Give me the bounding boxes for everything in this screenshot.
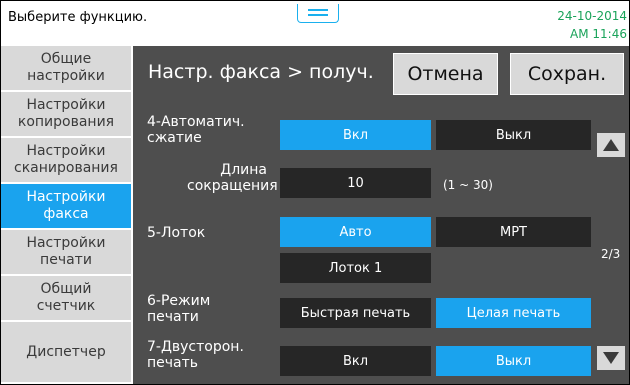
device-screen: Выберите функцию. 24-10-2014 AM 11:46 Об… <box>1 1 629 384</box>
auto-compress-off-option[interactable]: Выкл <box>436 120 591 150</box>
sidebar-item-label: Настройки копирования <box>17 97 115 130</box>
sidebar-item-print-settings[interactable]: Настройки печати <box>1 230 131 276</box>
tray-1-option[interactable]: Лоток 1 <box>280 253 431 283</box>
save-button[interactable]: Сохран. <box>510 53 624 95</box>
sidebar-item-label: Диспетчер <box>26 343 106 360</box>
page-indicator: 2/3 <box>601 247 621 261</box>
triangle-down-icon <box>603 352 619 364</box>
print-mode-fast-option[interactable]: Быстрая печать <box>280 298 431 328</box>
duplex-on-option[interactable]: Вкл <box>280 346 431 376</box>
sidebar-item-manager[interactable]: Диспетчер <box>1 322 131 384</box>
sidebar-item-fax-settings[interactable]: Настройки факса <box>1 184 131 230</box>
reduction-length-range: (1 ~ 30) <box>443 178 493 192</box>
breadcrumb: Настр. факса > получ. <box>148 61 374 83</box>
print-mode-label: 6-Режим печати <box>147 293 211 325</box>
time-display: AM 11:46 <box>570 27 627 41</box>
date-display: 24-10-2014 <box>557 9 627 23</box>
duplex-label: 7-Двусторон. печать <box>147 339 244 371</box>
sidebar-item-copy-settings[interactable]: Настройки копирования <box>1 92 131 138</box>
duplex-off-option[interactable]: Выкл <box>436 346 591 376</box>
menu-handle-icon[interactable] <box>297 4 339 23</box>
sidebar-item-label: Настройки печати <box>26 235 106 268</box>
print-mode-whole-option[interactable]: Целая печать <box>436 298 591 328</box>
tray-label: 5-Лоток <box>147 225 206 241</box>
sidebar-item-total-counter[interactable]: Общий счетчик <box>1 276 131 322</box>
sidebar-item-label: Настройки факса <box>26 189 106 222</box>
sidebar: Общие настройки Настройки копирования На… <box>1 46 133 384</box>
auto-compress-label: 4-Автоматич. сжатие <box>147 114 245 146</box>
scroll-down-button[interactable] <box>597 346 625 370</box>
tray-auto-option[interactable]: Авто <box>280 217 431 247</box>
cancel-button[interactable]: Отмена <box>393 53 498 95</box>
page-title: Выберите функцию. <box>8 10 148 25</box>
reduction-length-field[interactable]: 10 <box>280 168 431 198</box>
triangle-up-icon <box>603 139 619 151</box>
scroll-up-button[interactable] <box>597 133 625 157</box>
sidebar-item-scan-settings[interactable]: Настройки сканирования <box>1 138 131 184</box>
tray-mpt-option[interactable]: MPT <box>436 217 591 247</box>
sidebar-item-label: Настройки сканирования <box>14 143 118 176</box>
sidebar-item-label: Общий счетчик <box>36 281 96 314</box>
status-bar: Выберите функцию. 24-10-2014 AM 11:46 <box>1 1 629 46</box>
sidebar-item-general-settings[interactable]: Общие настройки <box>1 46 131 92</box>
auto-compress-on-option[interactable]: Вкл <box>280 120 431 150</box>
reduction-length-label: Длина сокращения <box>187 162 278 194</box>
sidebar-item-label: Общие настройки <box>27 51 105 84</box>
